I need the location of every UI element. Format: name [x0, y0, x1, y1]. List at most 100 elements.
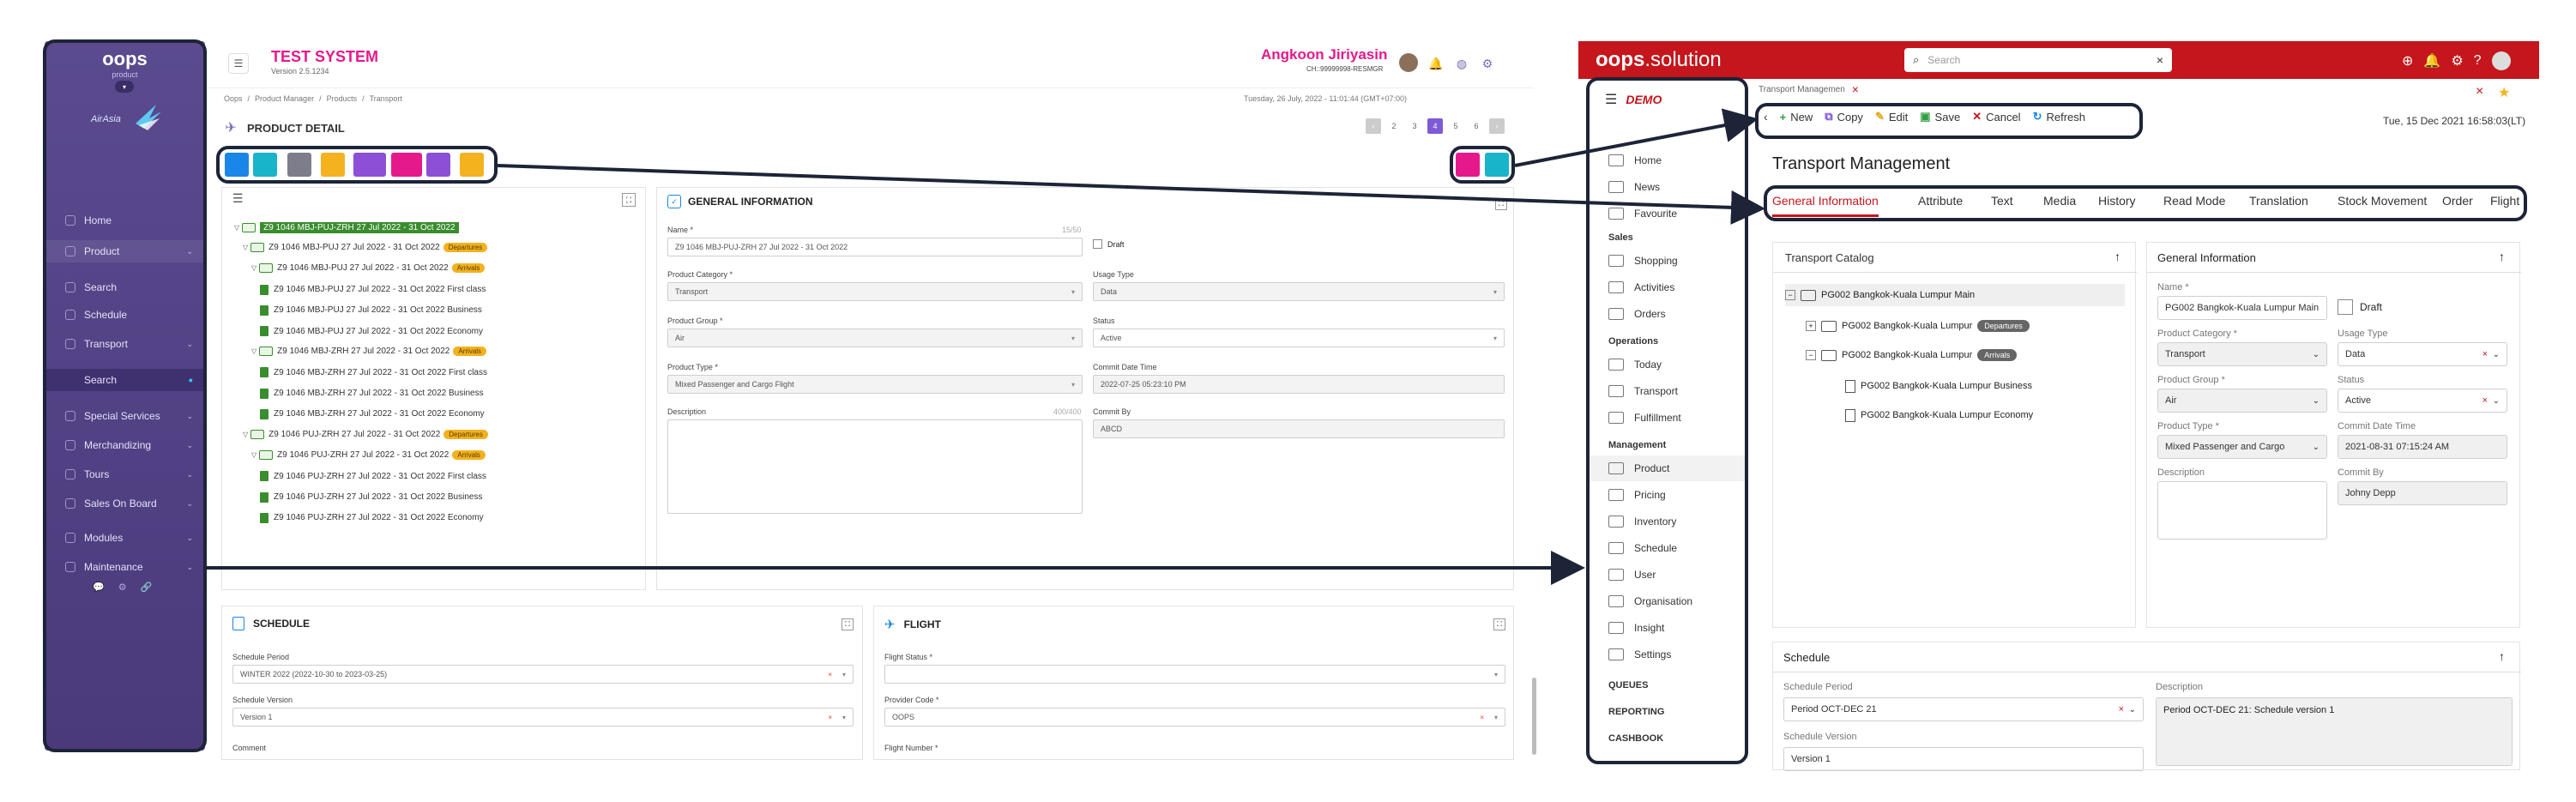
breadcrumb-item[interactable]: Product Manager	[255, 94, 314, 103]
folder-icon	[242, 223, 256, 232]
globe-icon[interactable]: ◍	[1453, 55, 1470, 72]
clear-icon[interactable]: ×	[2119, 704, 2124, 715]
expand-toggle-icon[interactable]: ▽	[234, 224, 239, 232]
status-select[interactable]: Active ▾	[1093, 329, 1505, 347]
clear-icon[interactable]: ×	[1480, 714, 1484, 721]
clear-icon[interactable]: ×	[2482, 395, 2488, 406]
expand-toggle-icon[interactable]: ▽	[243, 431, 248, 438]
tree-node-label: Z9 1046 MBJ-PUJ-ZRH 27 Jul 2022 - 31 Oct…	[260, 222, 459, 233]
tree-node[interactable]: Z9 1046 PUJ-ZRH 27 Jul 2022 - 31 Oct 202…	[260, 491, 482, 503]
tree-node[interactable]: ▽ Z9 1046 MBJ-PUJ 27 Jul 2022 - 31 Oct 20…	[243, 243, 488, 253]
close-icon[interactable]: ×	[2476, 84, 2483, 99]
tree-node[interactable]: Z9 1046 PUJ-ZRH 27 Jul 2022 - 31 Oct 202…	[260, 512, 484, 523]
tree-node[interactable]: Z9 1046 MBJ-PUJ 27 Jul 2022 - 31 Oct 202…	[260, 326, 483, 336]
period-select[interactable]: Period OCT-DEC 21 × ⌄	[1783, 697, 2144, 721]
page-number[interactable]: 3	[1407, 118, 1422, 134]
breadcrumb-item[interactable]: Oops	[224, 94, 243, 103]
provider-select[interactable]: OOPS × ▾	[884, 708, 1505, 727]
list-icon[interactable]: ☰	[232, 191, 244, 206]
tree-node[interactable]: Z9 1046 MBJ-ZRH 27 Jul 2022 - 31 Oct 202…	[260, 408, 485, 419]
description-textarea[interactable]	[667, 419, 1083, 514]
breadcrumb-item[interactable]: Products	[327, 94, 358, 103]
add-icon[interactable]: ⊕	[2402, 52, 2413, 69]
collapse-icon[interactable]: ↑	[2114, 250, 2121, 263]
expand-icon[interactable]: ⛶	[622, 193, 636, 207]
expand-icon[interactable]: ⛶	[1495, 198, 1507, 210]
commit-dt-field: 2022-07-25 05:23:10 PM	[1093, 375, 1505, 394]
page-number[interactable]: 5	[1448, 118, 1463, 134]
gear-icon[interactable]: ⚙	[2451, 52, 2463, 69]
next-page-icon[interactable]: ›	[1489, 118, 1505, 134]
group-select[interactable]: Air ▾	[667, 329, 1083, 347]
clear-icon[interactable]: ×	[828, 714, 832, 721]
group-select[interactable]: Air ⌄	[2157, 389, 2327, 413]
version-select[interactable]: Version 1 × ▾	[232, 708, 854, 727]
tree-node[interactable]: ▽ Z9 1046 MBJ-ZRH 27 Jul 2022 - 31 Oct 20…	[251, 347, 487, 357]
page-number[interactable]: 6	[1469, 118, 1484, 134]
expand-toggle-icon[interactable]: ▽	[251, 264, 256, 272]
tree-node[interactable]: − PG002 Bangkok-Kuala Lumpur Main	[1785, 284, 2125, 306]
tree-node[interactable]: + PG002 Bangkok-Kuala Lumpur Departures	[1806, 315, 2030, 337]
status-select[interactable]: Active × ⌄	[2338, 389, 2507, 413]
tree-node[interactable]: ▽ Z9 1046 MBJ-PUJ 27 Jul 2022 - 31 Oct 20…	[251, 263, 486, 274]
tree-node[interactable]: Z9 1046 MBJ-PUJ 27 Jul 2022 - 31 Oct 202…	[260, 305, 482, 316]
usage-select[interactable]: Data ▾	[1093, 282, 1505, 301]
expand-toggle-icon[interactable]: ▽	[243, 244, 248, 251]
tree-node[interactable]: ▽ Z9 1046 PUJ-ZRH 27 Jul 2022 - 31 Oct 20…	[251, 450, 486, 461]
bell-icon[interactable]: 🔔	[1427, 55, 1445, 72]
breadcrumb-separator: /	[319, 94, 322, 103]
open-tab-title[interactable]: Transport Managemen	[1759, 85, 1845, 94]
clear-icon[interactable]: ×	[828, 671, 832, 678]
tree-node[interactable]: PG002 Bangkok-Kuala Lumpur Economy	[1845, 404, 2033, 426]
scrollbar[interactable]	[1532, 678, 1536, 755]
clear-icon[interactable]: ×	[2482, 349, 2488, 359]
expand-toggle-icon[interactable]: ▽	[251, 451, 256, 459]
tree-node[interactable]: ▽ Z9 1046 MBJ-PUJ-ZRH 27 Jul 2022 - 31 Oc…	[234, 222, 459, 233]
menu-icon[interactable]: ☰	[228, 53, 249, 74]
settings-icon[interactable]: ⚙	[1479, 55, 1496, 72]
star-icon[interactable]: ★	[2498, 84, 2510, 101]
expand-toggle-icon[interactable]: −	[1806, 350, 1816, 360]
name-field[interactable]: Z9 1046 MBJ-PUJ-ZRH 27 Jul 2022 - 31 Oct…	[667, 238, 1083, 256]
prev-page-icon[interactable]: ‹	[1366, 118, 1381, 134]
draft-checkbox[interactable]	[1093, 239, 1102, 249]
flight-status-select[interactable]: ▾	[884, 665, 1505, 684]
tree-node[interactable]: PG002 Bangkok-Kuala Lumpur Business	[1845, 375, 2032, 397]
expand-icon[interactable]: ⛶	[842, 618, 854, 630]
description-textarea[interactable]	[2157, 481, 2327, 540]
desc-label: Description	[2157, 467, 2205, 478]
breadcrumb-item[interactable]: Transport	[370, 94, 402, 103]
clear-icon[interactable]: ×	[2157, 53, 2163, 67]
tree-node[interactable]: Z9 1046 MBJ-ZRH 27 Jul 2022 - 31 Oct 202…	[260, 367, 487, 378]
draft-checkbox[interactable]	[2338, 299, 2353, 315]
period-select[interactable]: WINTER 2022 (2022-10-30 to 2023-03-25) × ▾	[232, 665, 854, 684]
usage-select[interactable]: Data × ⌄	[2338, 342, 2507, 366]
tree-node[interactable]: ▽ Z9 1046 PUJ-ZRH 27 Jul 2022 - 31 Oct 20…	[243, 430, 488, 439]
category-select[interactable]: Transport ⌄	[2157, 342, 2327, 366]
page-number[interactable]: 2	[1386, 118, 1402, 134]
tree-node[interactable]: Z9 1046 MBJ-ZRH 27 Jul 2022 - 31 Oct 202…	[260, 388, 484, 399]
close-icon[interactable]: ×	[1852, 82, 1859, 96]
help-icon[interactable]: ?	[2474, 53, 2482, 69]
collapse-icon[interactable]: ↑	[2499, 250, 2505, 263]
schedule-title: Schedule	[1783, 651, 1831, 664]
page-number[interactable]: 4	[1427, 118, 1443, 134]
collapse-icon[interactable]: ↑	[2499, 649, 2505, 663]
avatar[interactable]	[2491, 51, 2511, 70]
tree-node[interactable]: Z9 1046 MBJ-PUJ 27 Jul 2022 - 31 Oct 202…	[260, 284, 486, 295]
search-box[interactable]: ⌕ Search ×	[1904, 48, 2172, 72]
category-select[interactable]: Transport ▾	[667, 282, 1083, 301]
expand-toggle-icon[interactable]: ▽	[251, 347, 256, 355]
avatar[interactable]	[1399, 53, 1418, 72]
name-field[interactable]: PG002 Bangkok-Kuala Lumpur Main	[2157, 296, 2327, 320]
version-select[interactable]: Version 1	[1783, 747, 2144, 771]
tree-node-label: Z9 1046 PUJ-ZRH 27 Jul 2022 - 31 Oct 202…	[268, 430, 441, 439]
expand-icon[interactable]: ⛶	[1493, 618, 1505, 630]
type-select[interactable]: Mixed Passenger and Cargo Flight ▾	[667, 375, 1083, 394]
tree-node[interactable]: − PG002 Bangkok-Kuala Lumpur Arrivals	[1806, 344, 2018, 366]
expand-toggle-icon[interactable]: −	[1785, 290, 1795, 300]
tree-node[interactable]: Z9 1046 PUJ-ZRH 27 Jul 2022 - 31 Oct 202…	[260, 471, 486, 482]
bell-icon[interactable]: 🔔	[2423, 52, 2440, 69]
type-select[interactable]: Mixed Passenger and Cargo ⌄	[2157, 435, 2327, 459]
expand-toggle-icon[interactable]: +	[1806, 321, 1816, 331]
